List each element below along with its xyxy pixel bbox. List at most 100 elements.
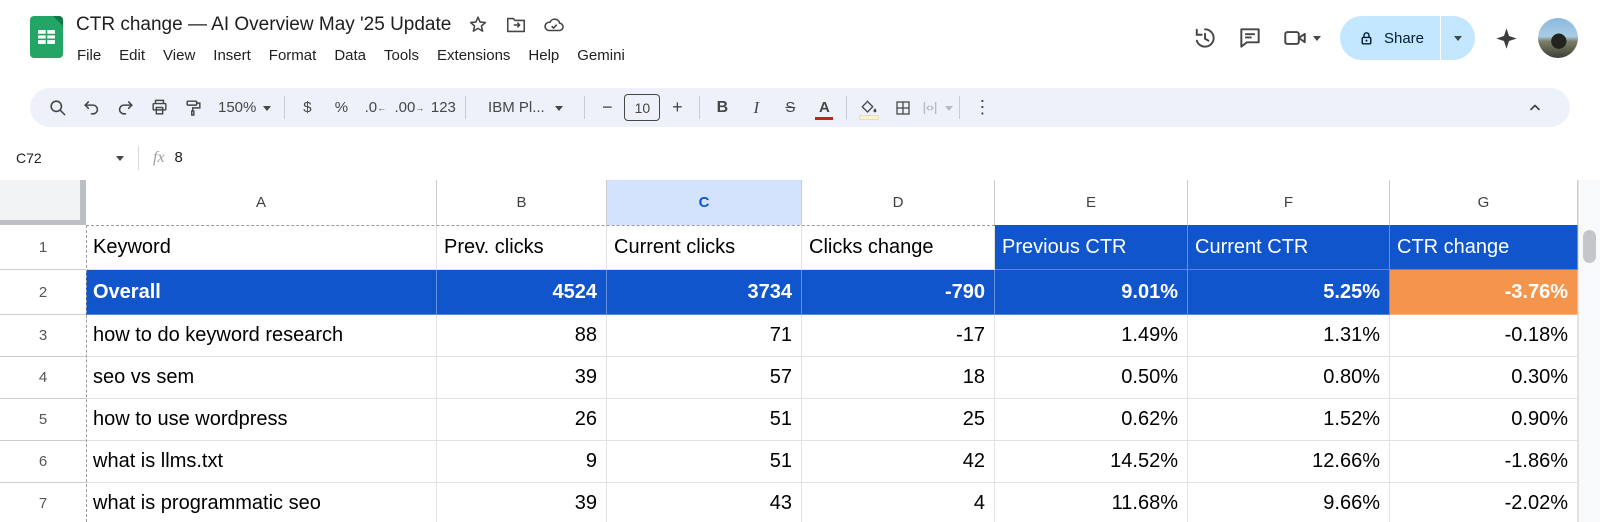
freeze-handle-horizontal[interactable]: [0, 220, 86, 225]
undo-button[interactable]: [74, 93, 108, 123]
cell-F3[interactable]: 1.31%: [1188, 315, 1390, 357]
cell-F2[interactable]: 5.25%: [1188, 270, 1390, 315]
cell-G5[interactable]: 0.90%: [1390, 399, 1578, 441]
cell-G6[interactable]: -1.86%: [1390, 441, 1578, 483]
cell-F4[interactable]: 0.80%: [1188, 357, 1390, 399]
cell-C5[interactable]: 51: [607, 399, 802, 441]
text-color-button[interactable]: A: [807, 93, 841, 123]
cell-A2[interactable]: Overall: [86, 270, 437, 315]
collapse-toolbar-button[interactable]: [1518, 93, 1552, 123]
cell-A1[interactable]: Keyword: [86, 225, 437, 270]
cell-C3[interactable]: 71: [607, 315, 802, 357]
row-header-1[interactable]: 1: [0, 225, 86, 270]
gemini-sparkle-icon[interactable]: [1494, 26, 1519, 51]
cell-D7[interactable]: 4: [802, 483, 995, 522]
cell-A4[interactable]: seo vs sem: [86, 357, 437, 399]
column-header-A[interactable]: A: [86, 180, 437, 225]
menu-tools[interactable]: Tools: [375, 45, 428, 66]
format-currency-button[interactable]: $: [290, 93, 324, 123]
menu-view[interactable]: View: [154, 45, 204, 66]
decrease-font-size-button[interactable]: −: [590, 93, 624, 123]
comments-icon[interactable]: [1237, 25, 1263, 51]
cell-F5[interactable]: 1.52%: [1188, 399, 1390, 441]
select-all-corner[interactable]: [0, 180, 86, 225]
cloud-saved-icon[interactable]: [543, 14, 565, 36]
version-history-icon[interactable]: [1192, 25, 1218, 51]
zoom-select[interactable]: 150%: [210, 93, 279, 123]
cell-G4[interactable]: 0.30%: [1390, 357, 1578, 399]
cell-D5[interactable]: 25: [802, 399, 995, 441]
cell-B3[interactable]: 88: [437, 315, 607, 357]
cell-D2[interactable]: -790: [802, 270, 995, 315]
column-header-G[interactable]: G: [1390, 180, 1578, 225]
strikethrough-button[interactable]: S: [773, 93, 807, 123]
vertical-scrollbar[interactable]: [1578, 180, 1600, 522]
cell-C7[interactable]: 43: [607, 483, 802, 522]
font-size-input[interactable]: 10: [624, 94, 660, 121]
cell-D3[interactable]: -17: [802, 315, 995, 357]
cell-B7[interactable]: 39: [437, 483, 607, 522]
cell-C6[interactable]: 51: [607, 441, 802, 483]
cell-A3[interactable]: how to do keyword research: [86, 315, 437, 357]
document-title[interactable]: CTR change — AI Overview May '25 Update: [76, 14, 451, 36]
cell-E4[interactable]: 0.50%: [995, 357, 1188, 399]
row-header-7[interactable]: 7: [0, 483, 86, 522]
cell-C4[interactable]: 57: [607, 357, 802, 399]
cell-F6[interactable]: 12.66%: [1188, 441, 1390, 483]
search-button[interactable]: [40, 93, 74, 123]
increase-decimal-button[interactable]: .00→: [392, 93, 426, 123]
cell-E1[interactable]: Previous CTR: [995, 225, 1188, 270]
column-header-D[interactable]: D: [802, 180, 995, 225]
cell-E7[interactable]: 11.68%: [995, 483, 1188, 522]
cell-E3[interactable]: 1.49%: [995, 315, 1188, 357]
column-header-B[interactable]: B: [437, 180, 607, 225]
star-icon[interactable]: [467, 14, 489, 36]
column-header-F[interactable]: F: [1188, 180, 1390, 225]
italic-button[interactable]: I: [739, 93, 773, 123]
format-percent-button[interactable]: %: [324, 93, 358, 123]
scrollbar-thumb[interactable]: [1583, 230, 1596, 263]
bold-button[interactable]: B: [705, 93, 739, 123]
avatar[interactable]: [1538, 18, 1578, 58]
merge-cells-button[interactable]: [920, 93, 954, 123]
share-button[interactable]: Share: [1340, 16, 1440, 60]
cell-G2[interactable]: -3.76%: [1390, 270, 1578, 315]
cell-B5[interactable]: 26: [437, 399, 607, 441]
print-button[interactable]: [142, 93, 176, 123]
row-header-5[interactable]: 5: [0, 399, 86, 441]
cell-A7[interactable]: what is programmatic seo: [86, 483, 437, 522]
cell-F7[interactable]: 9.66%: [1188, 483, 1390, 522]
cell-A6[interactable]: what is llms.txt: [86, 441, 437, 483]
cell-B4[interactable]: 39: [437, 357, 607, 399]
cell-G7[interactable]: -2.02%: [1390, 483, 1578, 522]
formula-input[interactable]: 8: [175, 149, 183, 166]
cell-A5[interactable]: how to use wordpress: [86, 399, 437, 441]
more-formats-button[interactable]: 123: [426, 93, 460, 123]
menu-file[interactable]: File: [68, 45, 110, 66]
decrease-decimal-button[interactable]: .0←: [358, 93, 392, 123]
row-header-2[interactable]: 2: [0, 270, 86, 315]
cell-G1[interactable]: CTR change: [1390, 225, 1578, 270]
menu-extensions[interactable]: Extensions: [428, 45, 519, 66]
cell-B1[interactable]: Prev. clicks: [437, 225, 607, 270]
name-box[interactable]: C72: [0, 150, 132, 166]
cell-D4[interactable]: 18: [802, 357, 995, 399]
cell-E6[interactable]: 14.52%: [995, 441, 1188, 483]
more-toolbar-options-button[interactable]: ⋮: [965, 93, 999, 123]
freeze-handle-vertical[interactable]: [80, 180, 86, 225]
cell-G3[interactable]: -0.18%: [1390, 315, 1578, 357]
menu-gemini[interactable]: Gemini: [568, 45, 634, 66]
cell-D6[interactable]: 42: [802, 441, 995, 483]
row-header-3[interactable]: 3: [0, 315, 86, 357]
video-call-button[interactable]: [1282, 25, 1321, 51]
sheets-logo-icon[interactable]: [30, 16, 63, 58]
move-to-folder-icon[interactable]: [505, 14, 527, 36]
borders-button[interactable]: [886, 93, 920, 123]
cell-D1[interactable]: Clicks change: [802, 225, 995, 270]
increase-font-size-button[interactable]: +: [660, 93, 694, 123]
cell-B6[interactable]: 9: [437, 441, 607, 483]
font-select[interactable]: IBM Pl...: [471, 93, 579, 123]
row-header-4[interactable]: 4: [0, 357, 86, 399]
cell-F1[interactable]: Current CTR: [1188, 225, 1390, 270]
fill-color-button[interactable]: [852, 93, 886, 123]
